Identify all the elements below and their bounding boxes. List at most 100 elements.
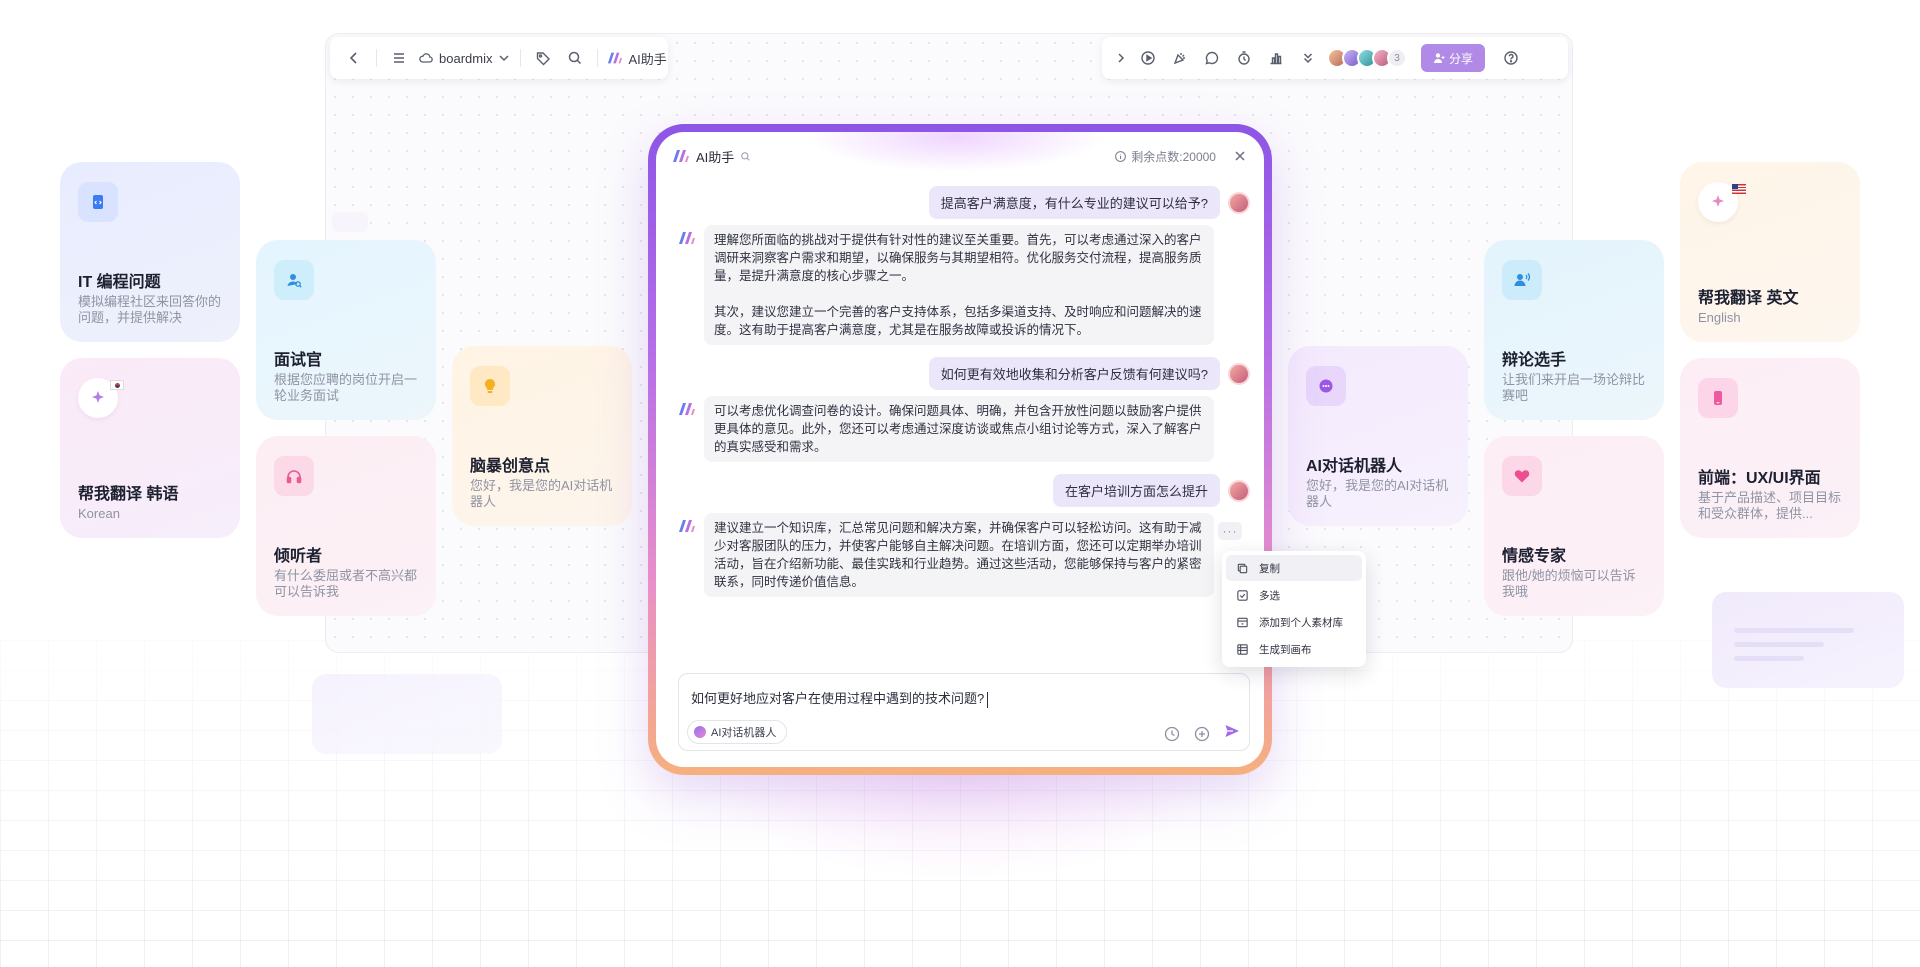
card-emotion-expert[interactable]: 情感专家 跟他/她的烦恼可以告诉我哦 (1484, 436, 1664, 616)
card-interviewer[interactable]: 面试官 根据您应聘的岗位开启一轮业务面试 (256, 240, 436, 420)
card-translate-english[interactable]: 帮我翻译 英文 English (1680, 162, 1860, 342)
chevron-right-icon[interactable] (1112, 44, 1130, 72)
menu-item-copy[interactable]: 复制 (1226, 555, 1362, 581)
add-circle-icon[interactable] (1193, 725, 1211, 743)
card-title: 前端：UX/UI界面 (1698, 470, 1821, 487)
ai-assistant-label[interactable]: AI助手 (628, 49, 666, 68)
input-tools (1163, 722, 1241, 745)
ai-message: 建议建立一个知识库，汇总常见问题和解决方案，并确保客户可以轻松访问。这有助于减少… (678, 513, 1214, 597)
checkbox-icon (1237, 589, 1248, 601)
ai-assistant-panel: AI助手 剩余点数:20000 提高客户满意度，有什么专业的建议可以给予? 理解… (648, 124, 1272, 775)
send-icon (1225, 725, 1239, 737)
card-translate-korean[interactable]: 帮我翻译 韩语 Korean (60, 358, 240, 538)
chat-title: AI助手 (696, 149, 735, 165)
user-bubble[interactable]: 在客户培训方面怎么提升 (1052, 474, 1220, 507)
card-desc: 跟他/她的烦恼可以告诉我哦 (1502, 568, 1636, 599)
send-button[interactable] (1223, 722, 1241, 745)
top-left-toolbar: boardmix AI助手 (330, 37, 668, 79)
celebrate-icon[interactable] (1166, 44, 1194, 72)
card-desc: 您好，我是您的AI对话机器人 (470, 478, 613, 509)
user-plus-icon (1434, 53, 1445, 63)
ai-bubble[interactable]: 建议建立一个知识库，汇总常见问题和解决方案，并确保客户可以轻松访问。这有助于减少… (704, 513, 1214, 597)
card-debater[interactable]: 辩论选手 让我们来开启一场论辩比赛吧 (1484, 240, 1664, 420)
speaking-user-icon (1502, 260, 1542, 300)
comment-icon[interactable] (1198, 44, 1226, 72)
menu-item-add-to-library[interactable]: 添加到个人素材库 (1226, 609, 1362, 635)
divider (597, 49, 599, 67)
card-it-programming[interactable]: IT 编程问题 模拟编程社区来回答你的问题，并提供解决 (60, 162, 240, 342)
bot-selector-chip[interactable]: AI对话机器人 (687, 720, 788, 744)
card-title: AI对话机器人 (1306, 458, 1403, 475)
faded-card (312, 674, 502, 754)
chat-input-area[interactable]: 如何更好地应对客户在使用过程中遇到的技术问题? AI对话机器人 (678, 673, 1250, 751)
more-options-button[interactable]: ··· (1218, 522, 1242, 540)
history-icon[interactable] (1163, 725, 1181, 743)
card-desc: Korean (78, 506, 120, 521)
card-title: 脑暴创意点 (470, 458, 551, 475)
card-title: 辩论选手 (1502, 352, 1567, 369)
help-icon[interactable] (1497, 44, 1525, 72)
participant-count: 3 (1387, 48, 1407, 68)
chevron-down-icon[interactable] (496, 44, 512, 72)
timer-icon[interactable] (1230, 44, 1258, 72)
menu-item-generate-to-canvas[interactable]: 生成到画布 (1226, 636, 1362, 662)
user-bubble[interactable]: 如何更有效地收集和分析客户反馈有何建议吗? (928, 357, 1220, 390)
board-name[interactable]: boardmix (439, 51, 492, 66)
menu-label: 生成到画布 (1259, 643, 1312, 656)
search-icon[interactable] (561, 44, 589, 72)
faded-card (1712, 592, 1904, 688)
card-title: 面试官 (274, 352, 323, 369)
top-right-toolbar: 3 分享 (1102, 37, 1568, 79)
chat-window: AI助手 剩余点数:20000 提高客户满意度，有什么专业的建议可以给予? 理解… (656, 132, 1264, 767)
text-caret (987, 691, 989, 708)
faded-sticker (332, 212, 368, 232)
us-flag-icon (1732, 184, 1746, 194)
card-title: 倾听者 (274, 548, 323, 565)
ai-logo-icon (679, 520, 695, 532)
back-icon[interactable] (340, 44, 368, 72)
code-file-icon (78, 182, 118, 222)
mobile-phone-icon (1698, 378, 1738, 418)
ai-logo-icon (679, 403, 695, 415)
share-label: 分享 (1449, 51, 1474, 66)
menu-label: 复制 (1259, 562, 1280, 575)
user-message: 如何更有效地收集和分析客户反馈有何建议吗? (928, 357, 1250, 390)
menu-item-multiselect[interactable]: 多选 (1226, 582, 1362, 608)
double-chevron-down-icon[interactable] (1294, 44, 1322, 72)
tag-icon[interactable] (529, 44, 557, 72)
user-avatar (1228, 479, 1250, 502)
chat-input[interactable]: 如何更好地应对客户在使用过程中遇到的技术问题? (691, 688, 989, 708)
user-avatar (1228, 362, 1250, 385)
message-context-menu: 复制 多选 添加到个人素材库 生成到画布 (1222, 551, 1366, 667)
user-avatar (1228, 191, 1250, 214)
ai-logo-icon (679, 232, 695, 244)
card-brainstorm[interactable]: 脑暴创意点 您好，我是您的AI对话机器人 (452, 346, 632, 526)
menu-icon[interactable] (385, 44, 413, 72)
user-search-icon (274, 260, 314, 300)
card-listener[interactable]: 倾听者 有什么委屈或者不高兴都可以告诉我 (256, 436, 436, 616)
ai-bubble[interactable]: 理解您所面临的挑战对于提供有针对性的建议至关重要。首先，可以考虑通过深入的客户调… (704, 225, 1214, 345)
user-bubble[interactable]: 提高客户满意度，有什么专业的建议可以给予? (928, 186, 1220, 219)
ai-logo-icon[interactable] (606, 44, 624, 72)
info-icon (1115, 150, 1127, 162)
ai-paragraph: 其次，建议您建立一个完善的客户支持体系，包括多渠道支持、及时响应和问题解决的速度… (714, 305, 1202, 337)
credits-label: 剩余点数:20000 (1131, 149, 1216, 164)
vote-icon[interactable] (1262, 44, 1290, 72)
ai-logo-icon (673, 150, 689, 162)
close-icon[interactable] (1232, 148, 1248, 164)
search-icon[interactable] (740, 151, 751, 162)
collaborator-avatars[interactable]: 3 (1327, 48, 1407, 68)
card-ai-chatbot[interactable]: AI对话机器人 您好，我是您的AI对话机器人 (1288, 346, 1468, 526)
heart-icon (1502, 456, 1542, 496)
ai-bubble[interactable]: 可以考虑优化调查问卷的设计。确保问题具体、明确，并包含开放性问题以鼓励客户提供更… (704, 396, 1214, 462)
cloud-icon (417, 44, 435, 72)
ai-message: 理解您所面临的挑战对于提供有针对性的建议至关重要。首先，可以考虑通过深入的客户调… (678, 225, 1214, 345)
card-frontend-ux[interactable]: 前端：UX/UI界面 基于产品描述、项目目标和受众群体，提供... (1680, 358, 1860, 538)
chat-bubble-icon (1306, 366, 1346, 406)
card-desc: English (1698, 310, 1741, 325)
user-message: 提高客户满意度，有什么专业的建议可以给予? (928, 186, 1250, 219)
card-desc: 基于产品描述、项目目标和受众群体，提供... (1698, 490, 1842, 521)
share-button[interactable]: 分享 (1421, 44, 1486, 72)
play-icon[interactable] (1134, 44, 1162, 72)
canvas-icon (1237, 643, 1248, 655)
